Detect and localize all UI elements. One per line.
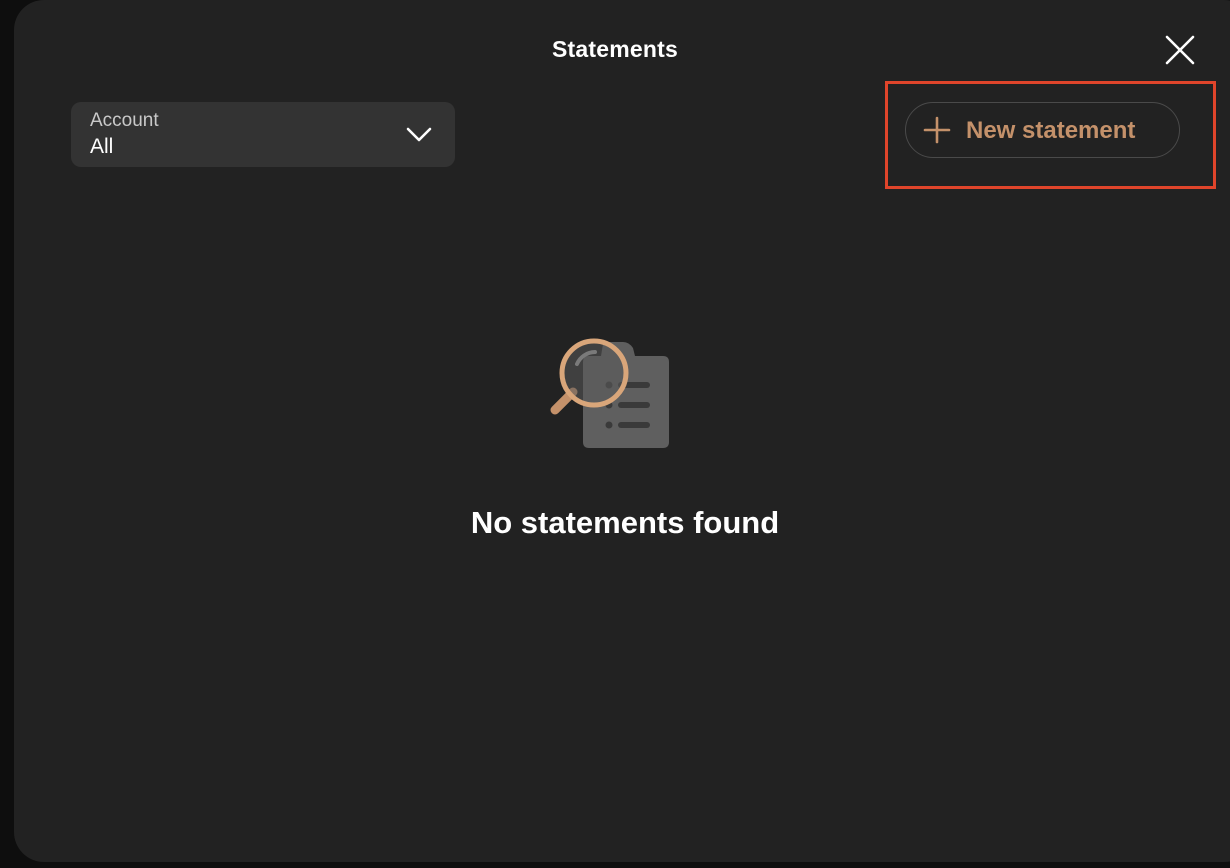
- account-value: All: [90, 135, 114, 158]
- modal-title: Statements: [552, 36, 678, 62]
- plus-icon: [923, 116, 951, 144]
- account-label: Account: [90, 110, 159, 131]
- chevron-down-icon: [406, 127, 432, 142]
- document-search-icon: [550, 338, 669, 448]
- close-button[interactable]: [1160, 30, 1200, 70]
- new-statement-label: New statement: [966, 117, 1136, 144]
- close-icon: [1165, 35, 1195, 65]
- empty-state-message: No statements found: [470, 505, 780, 540]
- account-select[interactable]: Account All: [71, 102, 455, 167]
- new-statement-button[interactable]: New statement: [905, 102, 1180, 158]
